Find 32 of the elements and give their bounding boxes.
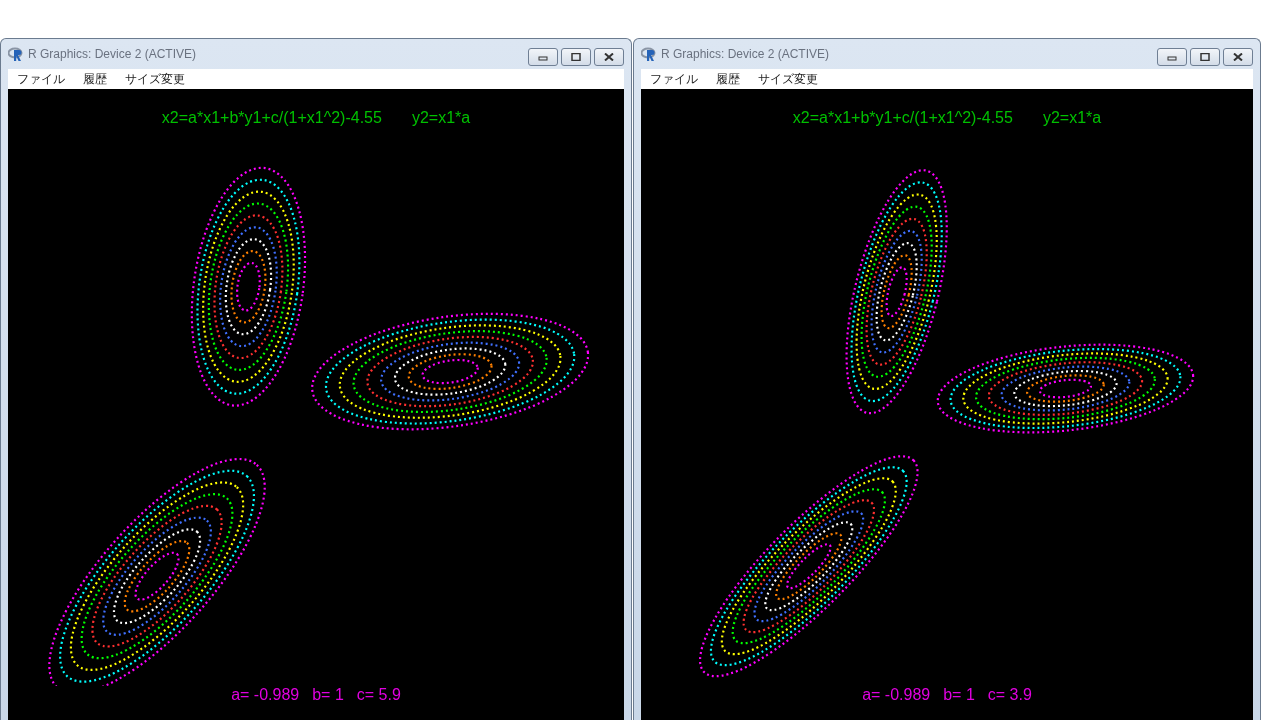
close-button[interactable] (1223, 48, 1253, 66)
menu-item[interactable]: 履歴 (716, 70, 740, 88)
equation-text: x2=a*x1+b*y1+c/(1+x1^2)-4.55 (792, 109, 1013, 127)
minimize-icon (537, 53, 549, 61)
close-button[interactable] (594, 48, 624, 66)
parameter-text: a= -0.989 (862, 686, 931, 704)
close-icon (1232, 53, 1244, 61)
maximize-icon (570, 53, 582, 61)
menu-item[interactable]: サイズ変更 (125, 70, 185, 88)
parameter-text: c= 5.9 (356, 686, 401, 704)
menu-item[interactable]: ファイル (650, 70, 698, 88)
window-title: R Graphics: Device 2 (ACTIVE) (28, 47, 197, 61)
maximize-button[interactable] (1190, 48, 1220, 66)
minimize-icon (1166, 53, 1178, 61)
r-logo-icon (641, 46, 657, 62)
menu-item[interactable]: 履歴 (83, 70, 107, 88)
menu-item[interactable]: ファイル (17, 70, 65, 88)
menu-item[interactable]: サイズ変更 (758, 70, 818, 88)
close-icon (603, 53, 615, 61)
minimize-button[interactable] (528, 48, 558, 66)
equation-text: y2=x1*a (411, 109, 471, 127)
window-title: R Graphics: Device 2 (ACTIVE) (661, 47, 830, 61)
minimize-button[interactable] (1157, 48, 1187, 66)
equation-text: x2=a*x1+b*y1+c/(1+x1^2)-4.55 (161, 109, 382, 127)
parameter-text: c= 3.9 (987, 686, 1032, 704)
r-logo-icon (8, 46, 24, 62)
maximize-icon (1199, 53, 1211, 61)
parameter-text: b= 1 (943, 686, 975, 704)
equation-text: y2=x1*a (1042, 109, 1102, 127)
parameter-text: b= 1 (312, 686, 344, 704)
maximize-button[interactable] (561, 48, 591, 66)
parameter-text: a= -0.989 (231, 686, 300, 704)
